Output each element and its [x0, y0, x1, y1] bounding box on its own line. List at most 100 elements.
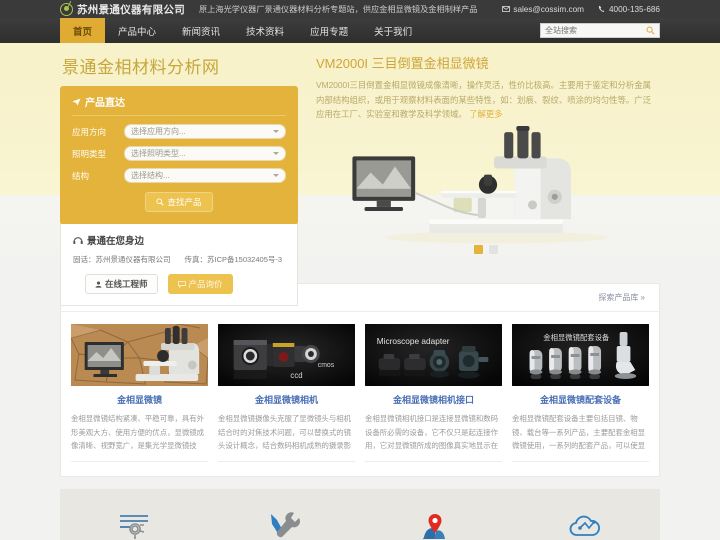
- select-structure[interactable]: 选择结构...: [124, 168, 286, 183]
- select-illumination-value: 选择照明类型...: [131, 149, 186, 158]
- find-product-button[interactable]: 查找产品: [145, 192, 213, 212]
- company-name: 苏州景通仪器有限公司: [77, 3, 185, 16]
- svg-text:金相显微镜配套设备: 金相显微镜配套设备: [543, 332, 610, 342]
- cloud-network-icon: [569, 515, 600, 536]
- hero-promo: VM2000I 三目倒置金相显微镜 VM2000I三目倒置金相显微镜成像清晰，操…: [298, 53, 660, 306]
- product-quote-label: 产品询价: [188, 279, 223, 289]
- main-nav: 首页 产品中心 新闻资讯 技术资料 应用专题 关于我们: [0, 18, 720, 43]
- feature-item[interactable]: [510, 511, 660, 540]
- chevron-down-icon: [273, 174, 279, 177]
- product-card-text: 金相显微镜相机接口是连接显微镜和数码设备所必需的设备，它不仅只是起连接作用，它对…: [365, 412, 502, 463]
- product-card[interactable]: 金相显微镜 金相显微镜结构紧凑、平稳可靠，具有外形美观大方、使用方便的优点，显微…: [71, 324, 208, 463]
- hero-left-column: 景通金相材料分析网 产品直达 应用方向 选择应用方向... 照明类型 选择照明类…: [60, 53, 298, 306]
- contact-card: 景通在您身边 固话：苏州景通仪器有限公司 传真：苏ICP备15032405号-3: [60, 222, 298, 306]
- carousel-dot-2[interactable]: [489, 245, 498, 255]
- site-search[interactable]: [540, 23, 660, 38]
- contact-line-fax: 传真：苏ICP备15032405号-3: [185, 254, 283, 265]
- product-card-image: Microscope adapter: [365, 324, 502, 386]
- contact-card-title: 景通在您身边: [87, 236, 145, 247]
- promo-description: VM2000I三目倒置金相显微镜成像清晰，操作灵活，性价比极高。主要用于鉴定和分…: [316, 78, 656, 122]
- feature-item[interactable]: [360, 511, 510, 540]
- hero-section: 景通金相材料分析网 产品直达 应用方向 选择应用方向... 照明类型 选择照明类…: [0, 43, 720, 306]
- ccd-cmos-camera-photo: ccd cmos: [218, 324, 355, 386]
- carousel-dots: [474, 245, 498, 255]
- phone-contact[interactable]: 4000-135-686: [598, 5, 660, 14]
- field-row-structure: 结构 选择结构...: [72, 168, 286, 183]
- select-illumination[interactable]: 选择照明类型...: [124, 146, 286, 161]
- nav-item-about[interactable]: 关于我们: [361, 18, 425, 43]
- product-card[interactable]: ccd cmos 金相显微镜相机 金相显微镜摄像头克服了显微镜头与相机结合时的对…: [218, 324, 355, 463]
- panel-header: 产品直达: [72, 94, 286, 116]
- top-bar: 苏州景通仪器有限公司 原上海光学仪器厂景通仪器材料分析专题站，供应金相显微镜及金…: [0, 0, 720, 18]
- nav-item-news[interactable]: 新闻资讯: [169, 18, 233, 43]
- carousel-dot-1[interactable]: [474, 245, 483, 255]
- promo-more-link[interactable]: 了解更多: [469, 109, 503, 119]
- contact-line-fax-value: 苏ICP备15032405号-3: [207, 255, 283, 264]
- nav-item-products[interactable]: 产品中心: [105, 18, 169, 43]
- contact-line-phone: 固话：苏州景通仪器有限公司: [73, 254, 171, 265]
- product-card-title[interactable]: 金相显微镜相机: [218, 393, 355, 406]
- product-card[interactable]: 金相显微镜配套设备 金相显微镜配套设备 金相显微镜配套设备主要包括目镜、物镜、载…: [512, 324, 649, 463]
- nav-item-tech-docs[interactable]: 技术资料: [233, 18, 297, 43]
- phone-icon: [598, 5, 605, 12]
- contact-card-header: 景通在您身边: [73, 233, 285, 247]
- product-card-image: 金相显微镜配套设备: [512, 324, 649, 386]
- comment-icon: [177, 280, 186, 288]
- search-icon: [156, 198, 165, 206]
- product-card-title[interactable]: 金相显微镜配套设备: [512, 393, 649, 406]
- field-label-illumination: 照明类型: [72, 148, 107, 159]
- promo-image[interactable]: [316, 126, 660, 255]
- email-contact[interactable]: sales@cossim.com: [502, 5, 584, 14]
- select-application-value: 选择应用方向...: [131, 127, 186, 136]
- online-engineer-label: 在线工程师: [105, 279, 148, 289]
- product-center-section: 产品中心 探索产品库 »: [60, 283, 660, 478]
- product-card-title[interactable]: 金相显微镜相机接口: [365, 393, 502, 406]
- mail-icon: [502, 6, 511, 12]
- contact-line-fax-label: 传真：: [184, 255, 208, 264]
- phone-text: 4000-135-686: [609, 4, 660, 14]
- svg-text:ccd: ccd: [290, 371, 302, 380]
- site-tagline: 原上海光学仪器厂景通仪器材料分析专题站，供应金相显微镜及金相制样产品: [199, 5, 478, 14]
- feature-item[interactable]: [210, 511, 360, 540]
- product-card-text: 金相显微镜配套设备主要包括目镜、物镜、载台等一系列产品，主要配套金相显微镜使用，…: [512, 412, 649, 463]
- panel-header-label: 产品直达: [85, 98, 125, 109]
- nav-item-applications[interactable]: 应用专题: [297, 18, 361, 43]
- field-row-application: 应用方向 选择应用方向...: [72, 124, 286, 139]
- select-application[interactable]: 选择应用方向...: [124, 124, 286, 139]
- product-finder-panel: 产品直达 应用方向 选择应用方向... 照明类型 选择照明类型... 结构 选择…: [60, 86, 298, 222]
- product-card[interactable]: Microscope adapter 金相显微镜相机接口 金相显微镜相机接口是连…: [365, 324, 502, 463]
- svg-text:Microscope adapter: Microscope adapter: [377, 336, 450, 346]
- svg-text:cmos: cmos: [318, 362, 335, 369]
- site-title: 景通金相材料分析网: [62, 58, 220, 77]
- field-label-structure: 结构: [72, 170, 90, 181]
- accessories-photo: 金相显微镜配套设备: [512, 324, 649, 386]
- product-card-title[interactable]: 金相显微镜: [71, 393, 208, 406]
- online-engineer-button[interactable]: 在线工程师: [85, 274, 158, 294]
- paper-plane-icon: [72, 98, 81, 105]
- metallography-scope-photo: [71, 324, 208, 386]
- field-row-illumination: 照明类型 选择照明类型...: [72, 146, 286, 161]
- user-icon: [95, 280, 102, 288]
- search-input[interactable]: [545, 26, 646, 35]
- features-strip: [60, 489, 660, 540]
- find-product-label: 查找产品: [167, 197, 202, 207]
- document-gear-icon: [120, 515, 148, 540]
- product-quote-button[interactable]: 产品询价: [167, 274, 233, 294]
- microscope-adapter-photo: Microscope adapter: [365, 324, 502, 386]
- wrench-screwdriver-icon: [271, 512, 301, 538]
- map-pin-location-icon: [423, 514, 445, 540]
- headset-icon: [73, 237, 83, 244]
- field-label-application: 应用方向: [72, 126, 107, 137]
- microscope-illustration: [352, 126, 608, 244]
- product-card-image: ccd cmos: [218, 324, 355, 386]
- chevron-down-icon: [273, 152, 279, 155]
- product-card-grid: 金相显微镜 金相显微镜结构紧凑、平稳可靠，具有外形美观大方、使用方便的优点，显微…: [61, 312, 659, 476]
- leaf-circle-logo-icon[interactable]: [60, 2, 73, 16]
- contact-line-phone-label: 固话：: [73, 255, 96, 264]
- feature-item[interactable]: [60, 511, 210, 540]
- chevron-down-icon: [273, 130, 279, 133]
- search-icon[interactable]: [646, 26, 655, 35]
- product-card-text: 金相显微镜结构紧凑、平稳可靠，具有外形美观大方、使用方便的优点，显微镜成像清晰、…: [71, 412, 208, 463]
- select-structure-value: 选择结构...: [131, 171, 170, 180]
- nav-item-home[interactable]: 首页: [60, 18, 106, 43]
